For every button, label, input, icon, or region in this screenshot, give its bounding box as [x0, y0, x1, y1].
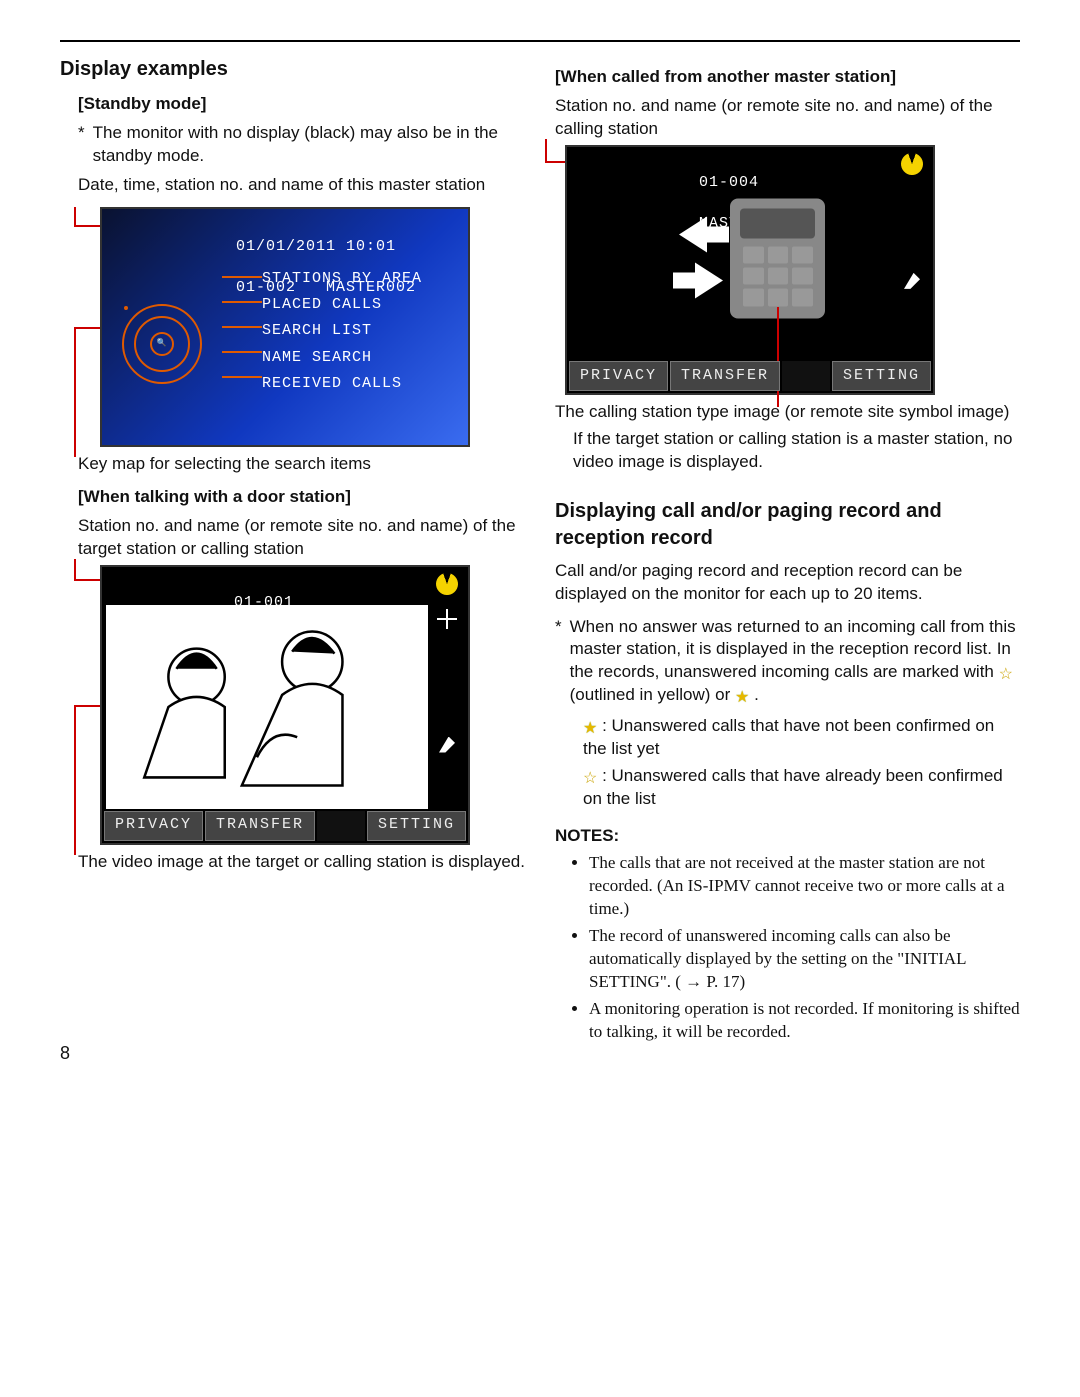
- notes-heading: NOTES:: [555, 825, 1020, 848]
- callout-line: [74, 705, 76, 855]
- page-number: 8: [60, 1041, 70, 1065]
- callout-arm: [222, 301, 262, 303]
- master-after-caption: If the target station or calling station…: [573, 428, 1020, 474]
- legend-outline: ☆ : Unanswered calls that have already b…: [583, 765, 1020, 811]
- callout-arm: [222, 326, 262, 328]
- move-icon: [437, 609, 457, 629]
- side-icon-strip: [430, 573, 464, 753]
- master-mid-caption: The calling station type image (or remot…: [555, 401, 1020, 424]
- section-heading-records: Displaying call and/or paging record and…: [555, 498, 1020, 552]
- note-item: A monitoring operation is not recorded. …: [589, 998, 1020, 1044]
- bottom-button-bar: PRIVACY TRANSFER SETTING: [569, 361, 931, 391]
- callout-arm: [222, 351, 262, 353]
- star-filled-icon: ★: [735, 690, 749, 706]
- master-screen: 01-004 MASTER004: [565, 145, 935, 395]
- standby-menu: STATIONS BY AREA PLACED CALLS SEARCH LIS…: [262, 269, 422, 394]
- records-star-note: * When no answer was returned to an inco…: [555, 616, 1020, 708]
- right-column: [When called from another master station…: [555, 56, 1020, 1047]
- master-top-caption: Station no. and name (or remote site no.…: [555, 95, 1020, 141]
- note-item: The calls that are not received at the m…: [589, 852, 1020, 921]
- talk-icon: [433, 569, 461, 597]
- asterisk: *: [555, 616, 562, 708]
- standby-date-time: 01/01/2011 10:01: [236, 238, 396, 255]
- people-illustration: [106, 605, 428, 809]
- asterisk: *: [78, 122, 85, 168]
- top-rule: [60, 40, 1020, 42]
- text-fragment: : Unanswered calls that have not been co…: [583, 716, 994, 758]
- mic-icon: [904, 273, 920, 289]
- callout-line: [74, 207, 76, 225]
- menu-item: PLACED CALLS: [262, 295, 422, 315]
- mic-icon: [439, 737, 455, 753]
- transfer-button[interactable]: TRANSFER: [670, 361, 780, 391]
- zoom-dial-label: 🔍: [150, 332, 174, 356]
- star-outline-icon: ☆: [999, 667, 1013, 683]
- transfer-button[interactable]: TRANSFER: [205, 811, 315, 841]
- menu-item: STATIONS BY AREA: [262, 269, 422, 289]
- text-fragment: When no answer was returned to an incomi…: [570, 617, 1016, 682]
- star-filled-icon: ★: [583, 721, 597, 737]
- section-heading: Display examples: [60, 56, 525, 83]
- transfer-arrows-icon: [675, 216, 735, 306]
- standby-bottom-caption: Key map for selecting the search items: [78, 453, 525, 476]
- records-intro: Call and/or paging record and reception …: [555, 560, 1020, 606]
- side-icon-strip: [895, 153, 929, 289]
- zoom-dial-icon: 🔍: [122, 304, 202, 384]
- standby-top-caption: Date, time, station no. and name of this…: [78, 174, 525, 197]
- door-screen: 01-001 DOOR001: [100, 565, 470, 845]
- menu-item: NAME SEARCH: [262, 348, 422, 368]
- privacy-button[interactable]: PRIVACY: [569, 361, 668, 391]
- standby-note-text: The monitor with no display (black) may …: [93, 122, 525, 168]
- door-video-area: [106, 605, 428, 809]
- callout-line: [74, 559, 76, 579]
- button-gap: [782, 361, 830, 391]
- standby-screen-wrapper: 01/01/2011 10:01 01-002 MASTER002 🔍 STAT…: [100, 207, 470, 447]
- manual-page: Display examples [Standby mode] * The mo…: [0, 0, 1080, 1087]
- master-screen-wrapper: 01-004 MASTER004: [565, 145, 935, 395]
- subheading-standby: [Standby mode]: [78, 93, 525, 116]
- door-bottom-caption: The video image at the target or calling…: [78, 851, 525, 874]
- callout-arm: [222, 376, 262, 378]
- standby-screen: 01/01/2011 10:01 01-002 MASTER002 🔍 STAT…: [100, 207, 470, 447]
- menu-item: SEARCH LIST: [262, 321, 422, 341]
- subheading-door: [When talking with a door station]: [78, 486, 525, 509]
- button-gap: [317, 811, 365, 841]
- master-station-type-icon: [675, 198, 825, 328]
- setting-button[interactable]: SETTING: [367, 811, 466, 841]
- legend-filled: ★ : Unanswered calls that have not been …: [583, 715, 1020, 761]
- note-item: The record of unanswered incoming calls …: [589, 925, 1020, 994]
- privacy-button[interactable]: PRIVACY: [104, 811, 203, 841]
- records-star-note-text: When no answer was returned to an incomi…: [570, 616, 1020, 708]
- text-fragment: (outlined in yellow) or: [570, 685, 735, 704]
- door-top-caption: Station no. and name (or remote site no.…: [78, 515, 525, 561]
- setting-button[interactable]: SETTING: [832, 361, 931, 391]
- menu-item: RECEIVED CALLS: [262, 374, 422, 394]
- master-station-no: 01-004: [699, 174, 759, 191]
- callout-line: [74, 327, 76, 457]
- callout-arm: [222, 276, 262, 278]
- callout-line: [545, 139, 547, 161]
- subheading-master: [When called from another master station…: [555, 66, 1020, 89]
- keypad-icon: [743, 246, 813, 306]
- text-fragment: .: [754, 685, 759, 704]
- two-column-layout: Display examples [Standby mode] * The mo…: [60, 56, 1020, 1047]
- standby-note: * The monitor with no display (black) ma…: [78, 122, 525, 168]
- text-fragment: : Unanswered calls that have already bee…: [583, 766, 1003, 808]
- callout-line: [777, 307, 779, 407]
- bottom-button-bar: PRIVACY TRANSFER SETTING: [104, 811, 466, 841]
- talk-icon: [898, 150, 926, 178]
- star-outline-icon: ☆: [583, 771, 597, 787]
- notes-list: The calls that are not received at the m…: [555, 852, 1020, 1044]
- left-column: Display examples [Standby mode] * The mo…: [60, 56, 525, 1047]
- door-screen-wrapper: 01-001 DOOR001: [100, 565, 470, 845]
